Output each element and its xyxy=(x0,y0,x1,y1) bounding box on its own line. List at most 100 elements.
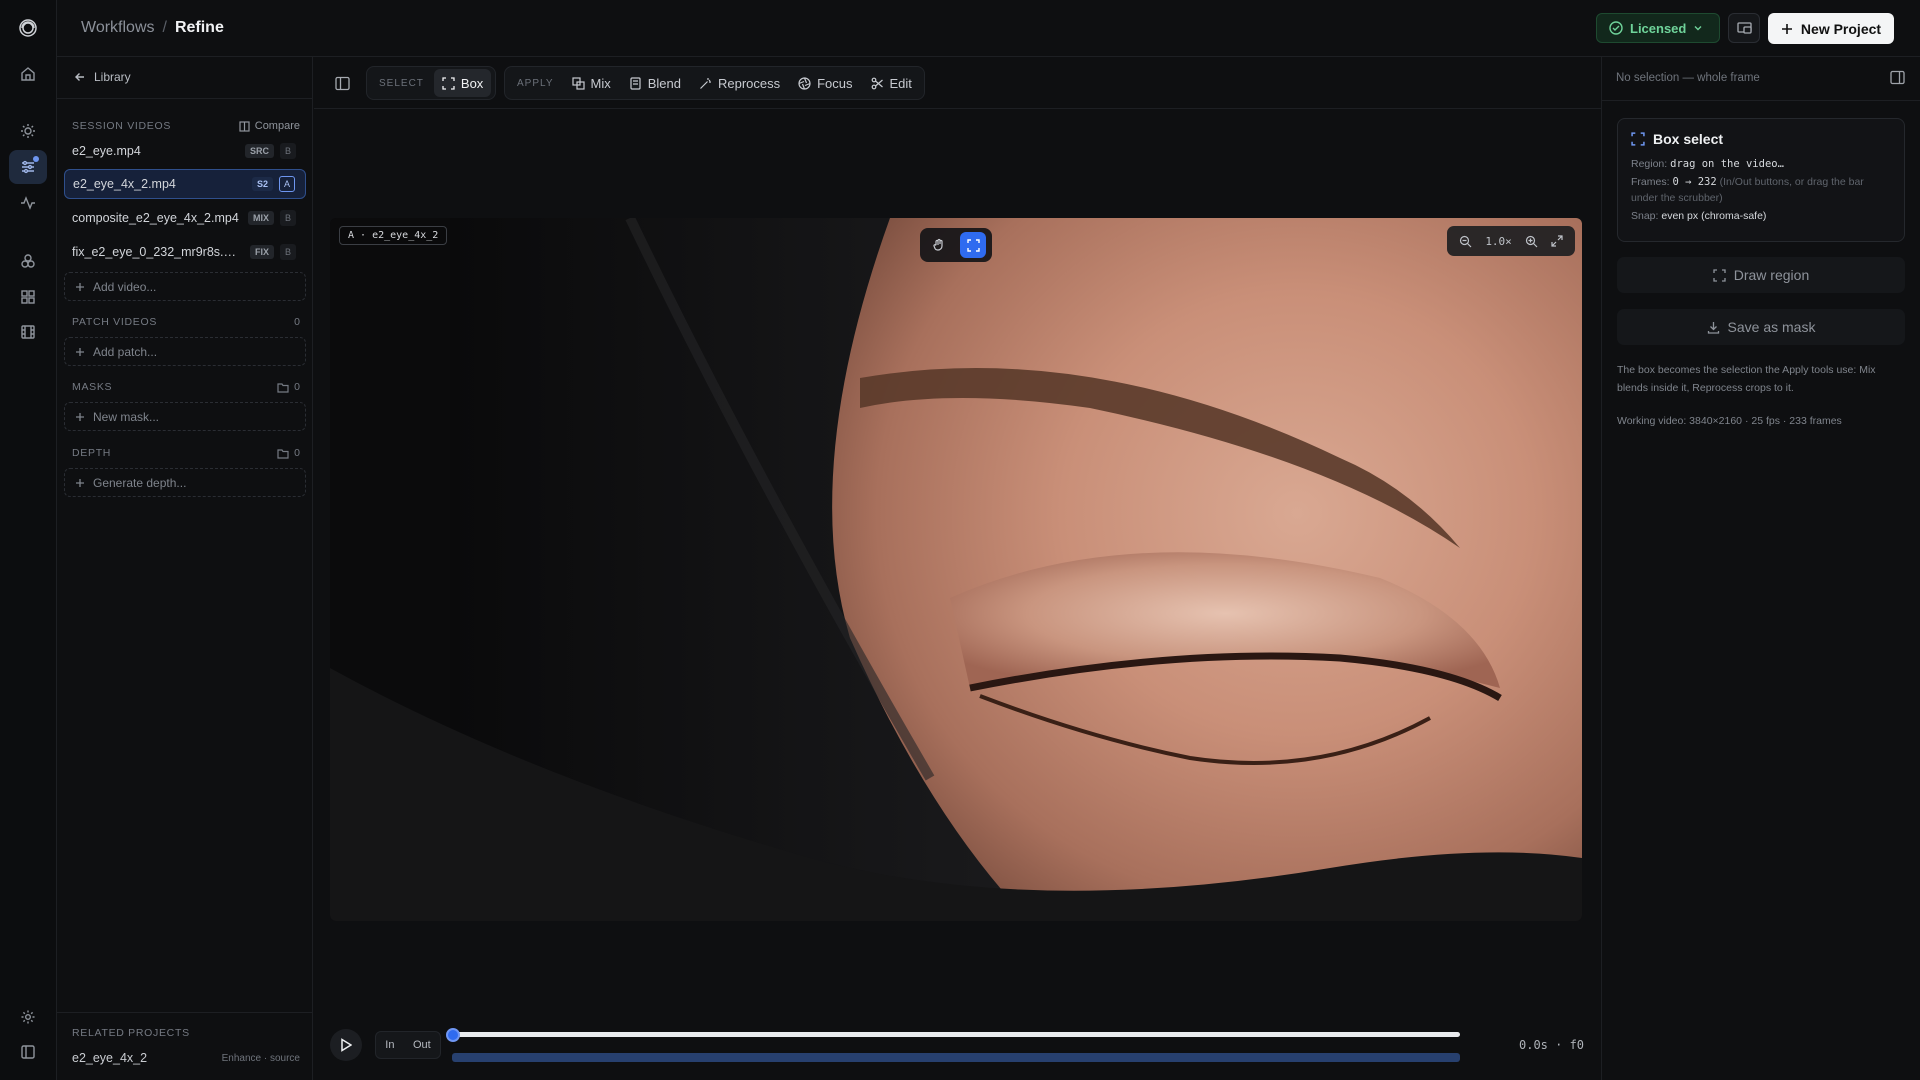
license-status-button[interactable]: Licensed xyxy=(1596,13,1720,43)
related-projects-header: RELATED PROJECTS xyxy=(72,1027,300,1039)
sidebar-right-icon xyxy=(1890,70,1905,85)
session-video-row[interactable]: e2_eye.mp4 SRC B xyxy=(64,136,306,166)
check-circle-icon xyxy=(1609,21,1623,35)
divider xyxy=(1602,100,1920,101)
snap-info: Snap: even px (chroma-safe) xyxy=(1631,208,1891,224)
library-back-link[interactable]: Library xyxy=(74,70,131,84)
compare-label: Compare xyxy=(254,120,300,132)
blend-tool-label: Blend xyxy=(647,75,681,91)
home-icon[interactable] xyxy=(9,57,47,91)
new-mask-button[interactable]: New mask... xyxy=(64,402,306,431)
out-button[interactable]: Out xyxy=(413,1039,431,1051)
inspector-panel: No selection — whole frame Box select Re… xyxy=(1601,57,1920,1080)
session-video-row[interactable]: composite_e2_eye_4x_2.mp4 MIX B xyxy=(64,203,306,233)
related-projects-title: RELATED PROJECTS xyxy=(72,1027,190,1039)
session-video-row-selected[interactable]: e2_eye_4x_2.mp4 S2 A xyxy=(64,169,306,199)
zoom-out-icon[interactable] xyxy=(1459,235,1472,248)
in-out-controls: In Out xyxy=(375,1031,441,1059)
draw-region-label: Draw region xyxy=(1733,267,1810,283)
hand-icon xyxy=(933,238,943,251)
new-project-label: New Project xyxy=(1800,20,1882,37)
add-patch-label: Add patch... xyxy=(93,344,158,359)
region-key: Region: xyxy=(1631,158,1668,170)
in-button[interactable]: In xyxy=(385,1039,394,1051)
edit-tool[interactable]: Edit xyxy=(863,69,920,97)
reprocess-tool-label: Reprocess xyxy=(717,75,781,91)
box-select-tool[interactable]: Box xyxy=(433,69,492,97)
app-logo-icon[interactable] xyxy=(9,11,47,45)
zoom-in-icon[interactable] xyxy=(1525,235,1538,248)
generate-depth-button[interactable]: Generate depth... xyxy=(64,468,306,497)
library-panel: Library SESSION VIDEOS Compare e2_eye.mp… xyxy=(57,57,313,1080)
depth-header: DEPTH 0 xyxy=(72,447,300,459)
brightness-icon[interactable] xyxy=(9,114,47,148)
activity-icon[interactable] xyxy=(9,186,47,220)
zoom-controls: 1.0× xyxy=(1447,226,1575,256)
display-window-button[interactable] xyxy=(1728,13,1760,43)
related-project-name: e2_eye_4x_2 xyxy=(72,1051,148,1065)
box-select-icon xyxy=(1713,268,1726,282)
region-value: drag on the video… xyxy=(1670,158,1784,170)
panel-toggle-icon[interactable] xyxy=(9,1035,47,1069)
magic-wand-icon xyxy=(700,77,711,89)
masks-title: MASKS xyxy=(72,381,113,393)
video-tag: MIX xyxy=(247,211,274,225)
pan-hand-button[interactable] xyxy=(926,232,952,258)
plus-icon xyxy=(76,478,84,487)
box-select-active-button[interactable] xyxy=(960,232,986,258)
grid-icon[interactable] xyxy=(9,280,47,314)
working-video-info: Working video: 3840×2160 · 25 fps · 233 … xyxy=(1617,415,1842,427)
slot-badge[interactable]: B xyxy=(280,210,296,226)
mix-tool[interactable]: Mix xyxy=(564,69,619,97)
masks-count: 0 xyxy=(294,381,300,393)
breadcrumb-workflows[interactable]: Workflows xyxy=(81,19,155,37)
new-project-button[interactable]: New Project xyxy=(1768,13,1894,44)
frames-value: 0 → 232 xyxy=(1672,176,1717,188)
box-select-icon xyxy=(442,76,455,90)
aperture-icon xyxy=(798,76,811,90)
generate-depth-label: Generate depth... xyxy=(93,475,187,490)
breadcrumb-separator: / xyxy=(162,19,167,36)
play-button[interactable] xyxy=(330,1029,362,1061)
edit-tool-label: Edit xyxy=(889,75,912,91)
add-video-button[interactable]: Add video... xyxy=(64,272,306,301)
viewer-tool-switch xyxy=(920,228,992,262)
slot-badge[interactable]: A xyxy=(279,176,295,192)
slot-badge[interactable]: B xyxy=(280,143,296,159)
save-as-mask-label: Save as mask xyxy=(1727,319,1816,335)
blend-tool[interactable]: Blend xyxy=(621,69,689,97)
slot-badge[interactable]: B xyxy=(280,244,296,260)
related-project-item[interactable]: e2_eye_4x_2 Enhance · source xyxy=(72,1051,300,1065)
video-viewer[interactable]: A · e2_eye_4x_2 1.0× xyxy=(330,218,1582,921)
focus-tool[interactable]: Focus xyxy=(790,69,860,97)
session-video-row[interactable]: fix_e2_eye_0_232_mr9r8s.mp4 FIX B xyxy=(64,237,306,267)
selection-status: No selection — whole frame xyxy=(1616,72,1760,84)
plus-icon xyxy=(76,282,84,291)
card-title: Box select xyxy=(1653,131,1724,147)
add-patch-button[interactable]: Add patch... xyxy=(64,337,306,366)
masks-header: MASKS 0 xyxy=(72,381,300,393)
scrubber-handle[interactable] xyxy=(446,1028,460,1042)
expand-icon[interactable] xyxy=(1550,235,1563,247)
folder-icon[interactable] xyxy=(277,448,289,459)
snap-value: even px (chroma-safe) xyxy=(1661,210,1767,222)
inspector-toggle-button[interactable] xyxy=(1890,70,1905,85)
video-name: composite_e2_eye_4x_2.mp4 xyxy=(72,211,239,225)
models-icon[interactable] xyxy=(9,244,47,278)
save-as-mask-button[interactable]: Save as mask xyxy=(1617,309,1905,345)
scissors-icon xyxy=(871,77,883,89)
sidebar-toggle-button[interactable] xyxy=(328,69,356,97)
reprocess-tool[interactable]: Reprocess xyxy=(691,69,788,97)
draw-region-button[interactable]: Draw region xyxy=(1617,257,1905,293)
scrubber-track[interactable] xyxy=(453,1032,1460,1037)
frame-range-bar[interactable] xyxy=(452,1053,1460,1062)
refine-sliders-icon[interactable] xyxy=(9,150,47,184)
settings-gear-icon[interactable] xyxy=(9,1000,47,1034)
film-icon[interactable] xyxy=(9,315,47,349)
icon-rail xyxy=(0,0,57,1080)
folder-icon[interactable] xyxy=(277,382,289,393)
compare-button[interactable]: Compare xyxy=(239,120,300,132)
box-select-icon xyxy=(966,238,980,252)
divider xyxy=(57,98,313,99)
zoom-level: 1.0× xyxy=(1485,234,1512,248)
